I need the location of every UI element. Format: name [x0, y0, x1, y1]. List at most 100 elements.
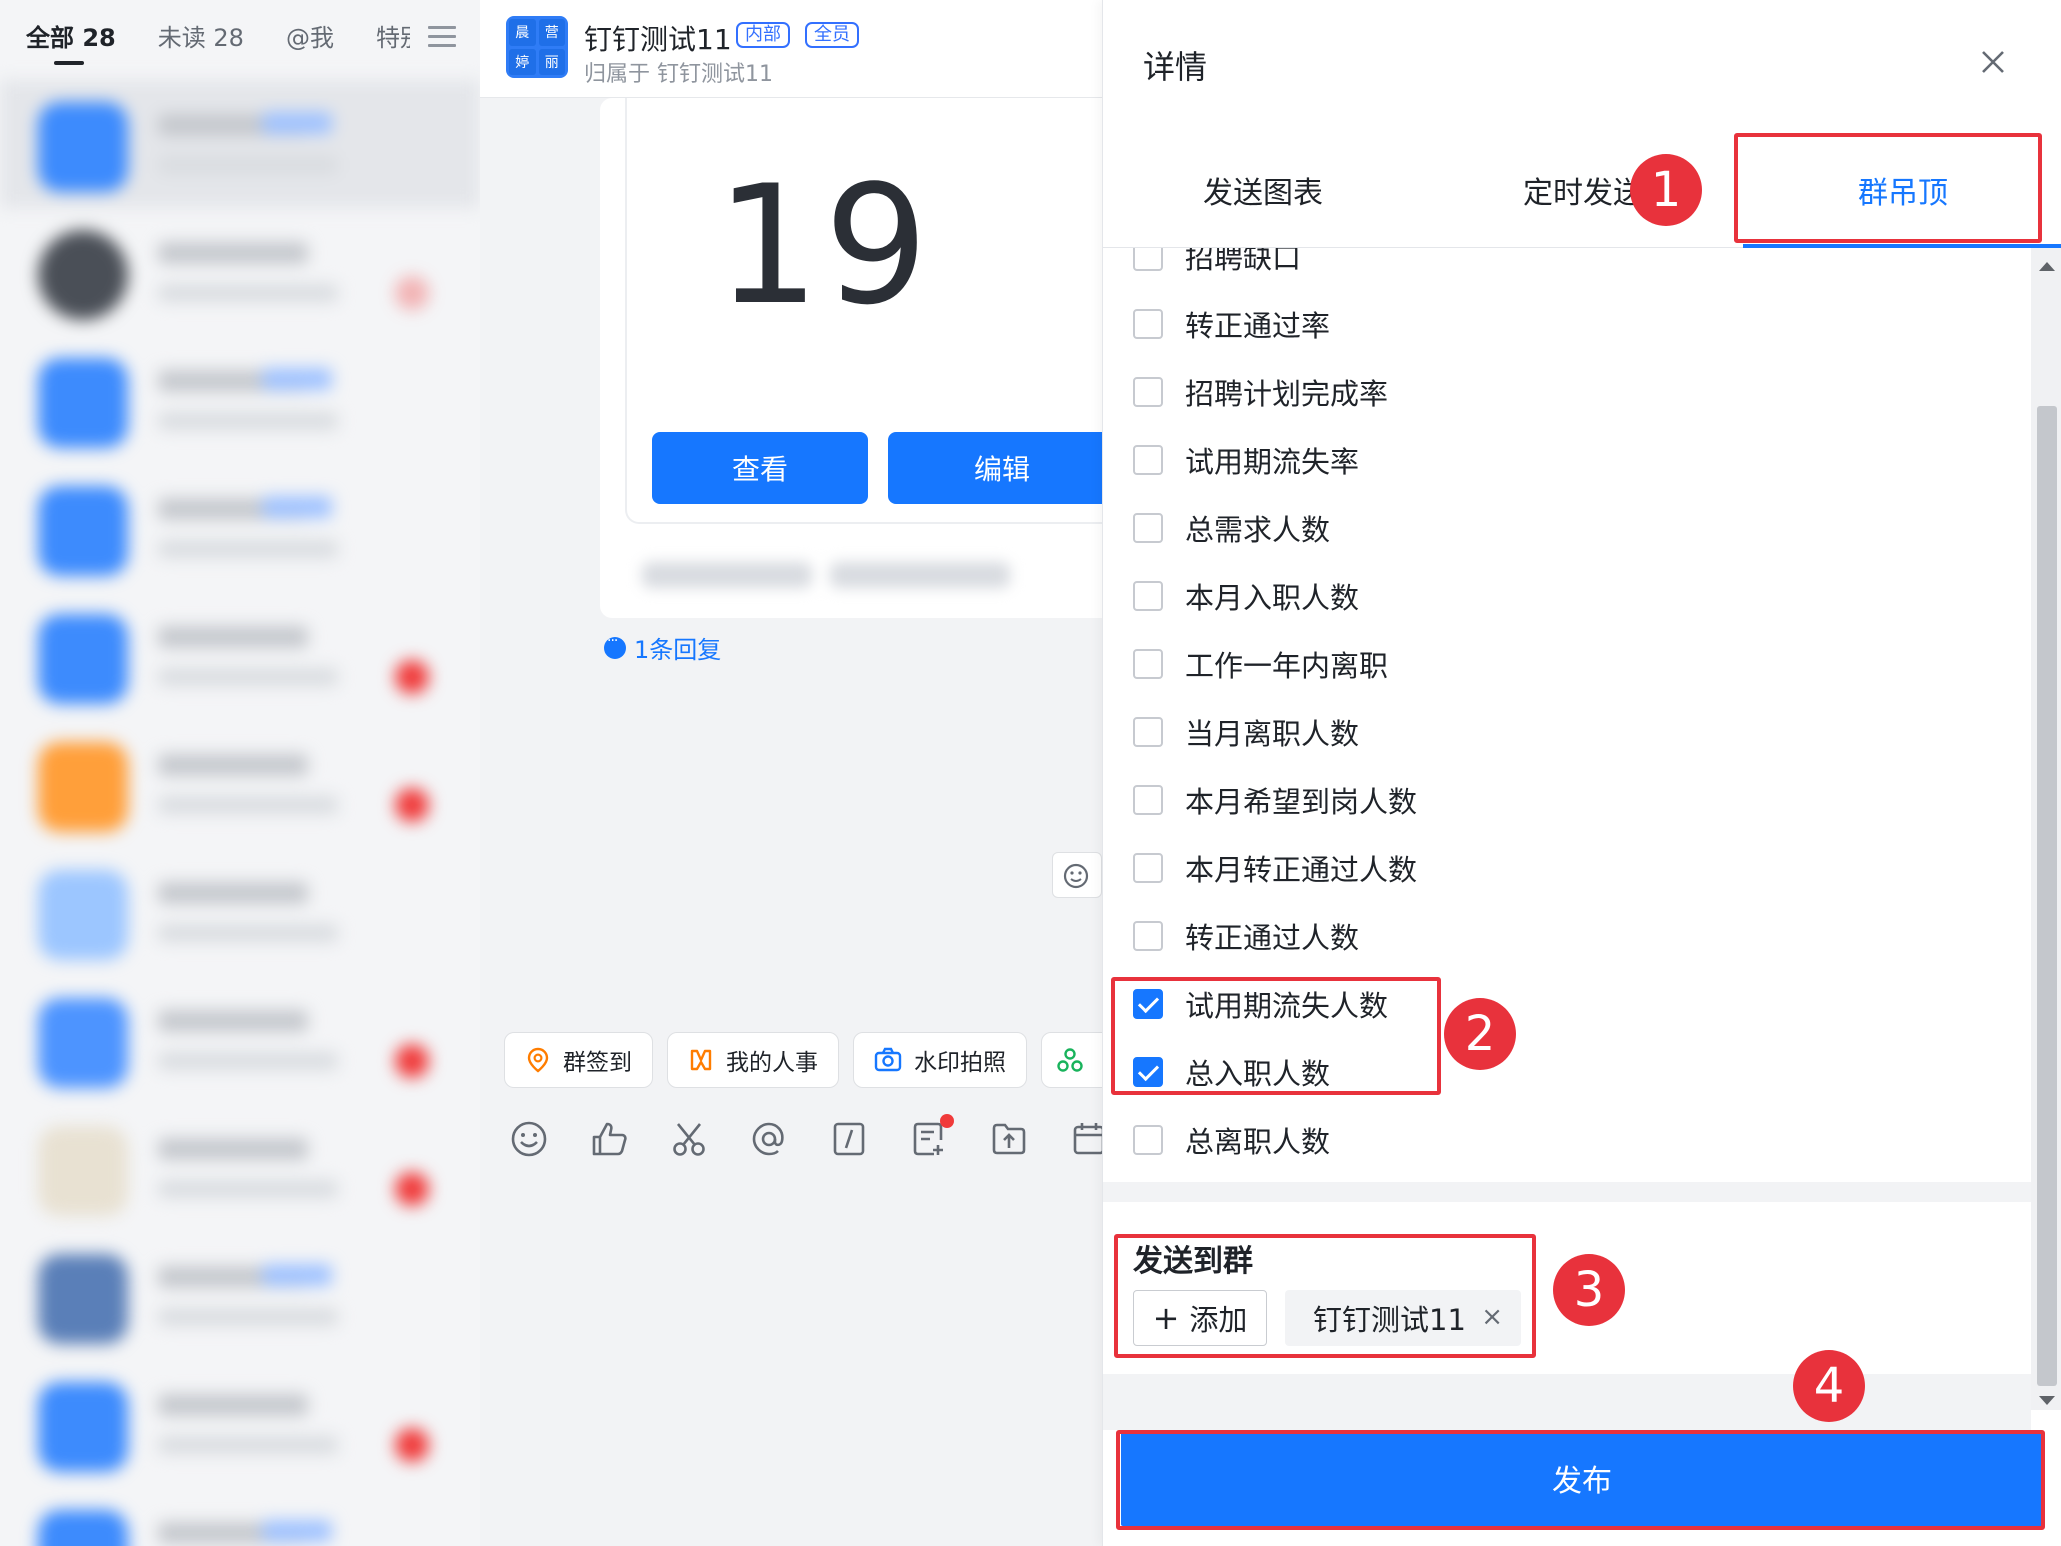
group-checkin-button[interactable]: 群签到 — [504, 1032, 653, 1088]
more-app-button[interactable] — [1041, 1032, 1102, 1088]
metric-label: 总离职人数 — [1185, 1125, 1331, 1159]
avatar-char: 婷 — [509, 48, 536, 75]
reply-link[interactable]: 1条回复 — [604, 630, 721, 665]
checkbox[interactable] — [1133, 248, 1163, 271]
group-avatar[interactable]: 晨 营 婷 丽 — [506, 16, 568, 78]
conversation-filter-tabs: 全部 28 未读 28 @我 特别 — [0, 0, 480, 70]
edit-button[interactable]: 编辑 — [888, 432, 1102, 504]
metric-option[interactable]: 转正通过率 — [1133, 304, 1330, 344]
metric-label: 转正通过人数 — [1185, 921, 1360, 955]
list-item[interactable] — [0, 848, 480, 976]
tab-all[interactable]: 全部 28 — [26, 18, 116, 65]
highlight-box-checkboxes — [1111, 977, 1441, 1095]
folder-upload-icon — [992, 1123, 1026, 1155]
checkbox[interactable] — [1133, 717, 1163, 747]
list-item[interactable] — [0, 1232, 480, 1360]
checkbox[interactable] — [1133, 1125, 1163, 1155]
my-hr-button[interactable]: 我的人事 — [667, 1032, 839, 1088]
list-item[interactable] — [0, 1488, 480, 1546]
list-item[interactable] — [0, 208, 480, 336]
checkbox[interactable] — [1133, 309, 1163, 339]
scroll-thumb[interactable] — [2037, 406, 2057, 1386]
checkbox[interactable] — [1133, 649, 1163, 679]
step-marker-3: 3 — [1553, 1254, 1625, 1326]
metric-option[interactable]: 总需求人数 — [1133, 508, 1330, 548]
scroll-up-arrow-icon[interactable] — [2039, 262, 2055, 271]
checkbox[interactable] — [1133, 581, 1163, 611]
list-item[interactable] — [0, 720, 480, 848]
metric-label: 转正通过率 — [1185, 309, 1331, 343]
tab-special[interactable]: 特别 — [376, 18, 410, 53]
metric-option[interactable]: 试用期流失率 — [1133, 440, 1359, 480]
list-item[interactable] — [0, 976, 480, 1104]
new-doc-button[interactable] — [910, 1114, 954, 1158]
tab-unread[interactable]: 未读 28 — [158, 18, 244, 53]
metric-label: 本月希望到岗人数 — [1185, 785, 1418, 819]
comment-icon — [604, 633, 626, 659]
checkbox[interactable] — [1133, 513, 1163, 543]
internal-tag: 内部 — [736, 22, 790, 48]
scrollbar[interactable] — [2031, 248, 2061, 1410]
metric-option[interactable]: 本月转正通过人数 — [1133, 848, 1417, 888]
tab-mentions[interactable]: @我 — [286, 18, 334, 53]
screenshot-button[interactable] — [670, 1120, 708, 1158]
hr-icon — [690, 1049, 712, 1071]
metric-option[interactable]: 转正通过人数 — [1133, 916, 1359, 956]
scroll-down-arrow-icon[interactable] — [2039, 1396, 2055, 1405]
like-button[interactable] — [590, 1120, 628, 1158]
list-item[interactable] — [0, 336, 480, 464]
avatar-char: 营 — [538, 19, 565, 46]
calendar-icon — [1073, 1123, 1102, 1155]
at-icon — [752, 1122, 784, 1156]
view-button[interactable]: 查看 — [652, 432, 868, 504]
panel-title: 详情 — [1143, 48, 1208, 86]
quick-app-label: 我的人事 — [726, 1050, 818, 1076]
step-marker-2: 2 — [1444, 998, 1516, 1070]
checkbox[interactable] — [1133, 377, 1163, 407]
more-tools-button[interactable] — [1070, 1120, 1102, 1158]
chat-header: 晨 营 婷 丽 钉钉测试11 内部 全员 归属于 钉钉测试11 — [480, 0, 1102, 98]
quick-app-bar: 群签到 我的人事 水印拍照 — [504, 1032, 1102, 1088]
metric-option[interactable]: 工作一年内离职 — [1133, 644, 1388, 684]
highlight-box-publish — [1116, 1430, 2045, 1530]
input-toolbar — [510, 1114, 1102, 1158]
metric-label: 总需求人数 — [1185, 513, 1331, 547]
metric-option[interactable]: 总离职人数 — [1133, 1120, 1330, 1160]
list-item[interactable] — [0, 1104, 480, 1232]
metric-option[interactable]: 本月希望到岗人数 — [1133, 780, 1417, 820]
list-item[interactable] — [0, 592, 480, 720]
chat-title[interactable]: 钉钉测试11 — [584, 18, 732, 58]
step-marker-1: 1 — [1630, 154, 1702, 226]
tab-send-chart[interactable]: 发送图表 — [1203, 168, 1323, 212]
watermark-photo-button[interactable]: 水印拍照 — [853, 1032, 1027, 1088]
checkbox[interactable] — [1133, 445, 1163, 475]
command-button[interactable] — [830, 1120, 868, 1158]
chat-area: 晨 营 婷 丽 钉钉测试11 内部 全员 归属于 钉钉测试11 19 查看 编辑… — [480, 0, 1102, 1546]
mention-button[interactable] — [750, 1120, 788, 1158]
metric-option[interactable]: 招聘计划完成率 — [1133, 372, 1388, 412]
list-item[interactable] — [0, 464, 480, 592]
checkbox[interactable] — [1133, 853, 1163, 883]
emoji-reaction-button[interactable] — [1052, 852, 1102, 898]
quick-app-label: 水印拍照 — [914, 1050, 1006, 1076]
list-item[interactable] — [0, 80, 480, 208]
conversation-sidebar: 全部 28 未读 28 @我 特别 — [0, 0, 480, 1546]
close-button[interactable] — [1973, 42, 2013, 82]
highlight-box-send-group — [1114, 1234, 1536, 1358]
notification-dot — [940, 1114, 954, 1128]
footer-divider — [1103, 1374, 2031, 1430]
tab-scheduled-send[interactable]: 定时发送 — [1523, 168, 1643, 212]
emoji-plus-icon — [1063, 863, 1089, 889]
list-menu-icon[interactable] — [428, 26, 456, 48]
close-icon — [1982, 51, 2004, 73]
upload-file-button[interactable] — [990, 1120, 1028, 1158]
metric-label: 本月入职人数 — [1185, 581, 1360, 615]
metric-option[interactable]: 招聘缺口 — [1133, 248, 1301, 276]
metric-label: 招聘计划完成率 — [1185, 377, 1389, 411]
metric-option[interactable]: 当月离职人数 — [1133, 712, 1359, 752]
metric-option[interactable]: 本月入职人数 — [1133, 576, 1359, 616]
checkbox[interactable] — [1133, 921, 1163, 951]
list-item[interactable] — [0, 1360, 480, 1488]
emoji-button[interactable] — [510, 1120, 548, 1158]
checkbox[interactable] — [1133, 785, 1163, 815]
